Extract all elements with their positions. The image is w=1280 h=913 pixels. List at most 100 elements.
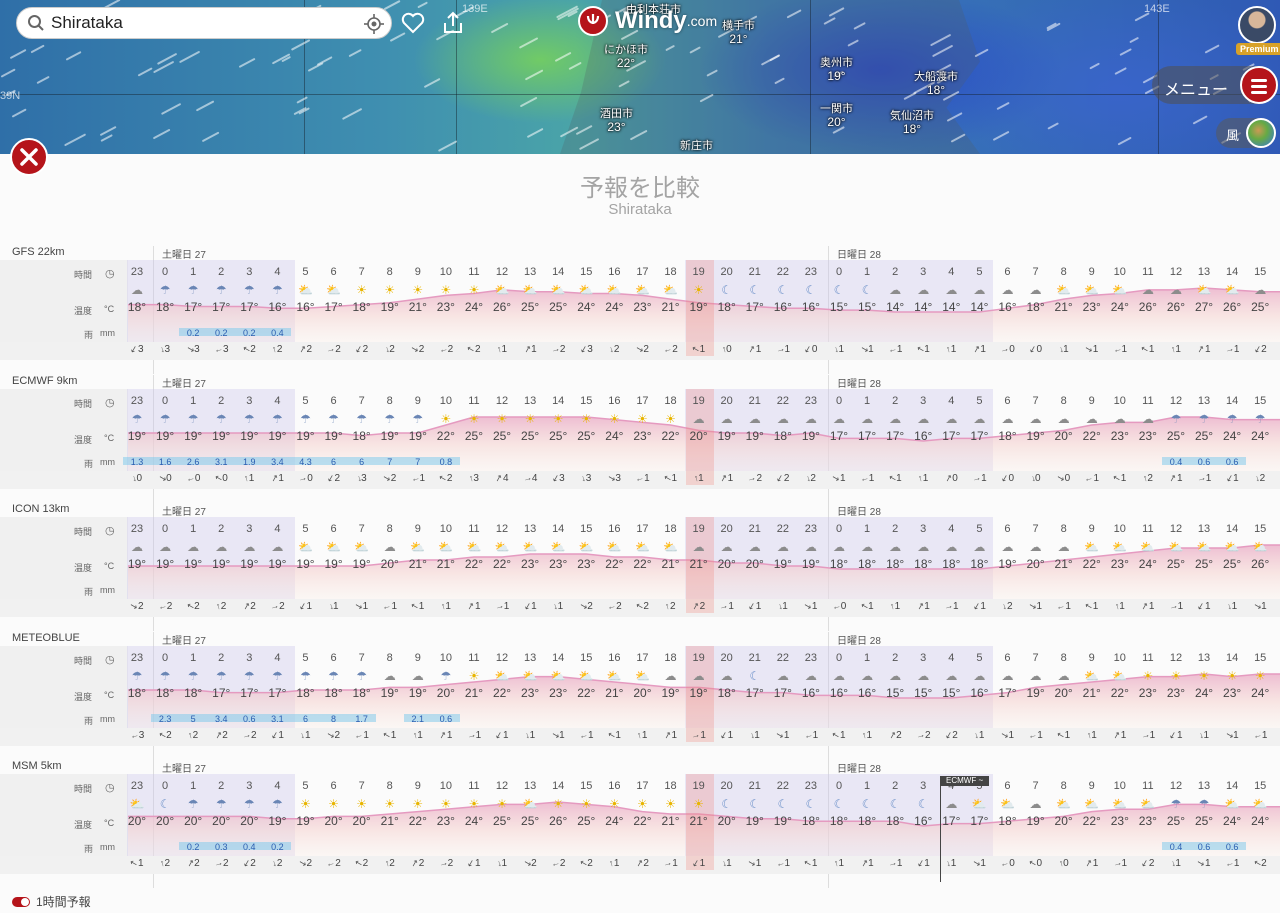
temp-cell: 25° <box>1194 557 1214 571</box>
menu-button[interactable]: メニュー <box>1152 66 1278 104</box>
cloud-icon: ☁ <box>1029 283 1042 297</box>
wind-streak <box>100 134 114 142</box>
wind-cell: ↙1 <box>291 600 319 612</box>
wind-speed: 2 <box>669 601 676 612</box>
partsun-icon: ⛅ <box>1112 283 1128 297</box>
close-button[interactable] <box>10 138 48 176</box>
temp-cell: 19° <box>184 557 203 571</box>
temp-cell: 20° <box>1054 429 1073 443</box>
hour-cell: 4 <box>274 266 281 278</box>
temp-cell: 17° <box>773 686 792 700</box>
hour-cell: 15 <box>580 395 593 407</box>
wind-cell: ←1 <box>404 472 432 484</box>
model-name[interactable]: ICON 13km <box>12 503 69 515</box>
temp-cell: 18° <box>127 300 147 314</box>
hour-cell: 16 <box>608 652 621 664</box>
cloud-icon: ☁ <box>1057 412 1070 426</box>
locate-icon[interactable] <box>363 13 385 35</box>
sun-icon: ☀ <box>384 797 396 811</box>
wind-streak <box>296 96 309 104</box>
temp-cell: 25° <box>521 429 540 443</box>
partsun-icon: ⛅ <box>494 540 510 554</box>
temp-cell: 21° <box>436 557 455 571</box>
hour-cell: 19 <box>692 395 705 407</box>
temp-cell: 21° <box>408 300 427 314</box>
wind-streak <box>65 50 82 60</box>
temp-cell: 21° <box>605 686 624 700</box>
temp-cell: 22° <box>1082 814 1101 828</box>
model-name[interactable]: MSM 5km <box>12 760 62 772</box>
temp-cell: 20° <box>380 557 399 571</box>
wind-speed: 1 <box>978 730 985 741</box>
city-label[interactable]: 一関市 20° <box>820 103 853 129</box>
wind-streak <box>341 108 362 121</box>
moon-icon: ☾ <box>833 283 845 297</box>
hour-cell: 5 <box>302 652 309 664</box>
wind-cell: ↙3 <box>544 472 572 484</box>
user-avatar[interactable] <box>1238 6 1276 44</box>
wind-streak <box>1047 122 1059 130</box>
partsun-icon: ⛅ <box>438 540 454 554</box>
map-gridline <box>810 0 811 154</box>
share-icon[interactable] <box>440 10 466 36</box>
hour-cell: 13 <box>523 652 537 664</box>
temp-cell: 21° <box>661 814 680 828</box>
temp-cell: 25° <box>549 429 568 443</box>
cloud-icon: ☁ <box>1085 412 1098 426</box>
city-label[interactable]: 酒田市 23° <box>600 108 633 134</box>
wind-cell: ↙2 <box>1134 857 1162 869</box>
hour-cell: 14 <box>552 266 565 278</box>
wind-cell: ↘1 <box>1022 600 1050 612</box>
wind-cell: ↑1 <box>404 730 432 741</box>
model-name[interactable]: METEOBLUE <box>12 632 80 644</box>
temp-cell: 22° <box>1082 557 1101 571</box>
wind-cell: ↙3 <box>572 343 600 355</box>
city-label[interactable]: 奥州市 19° <box>820 57 853 83</box>
temp-cell: 19° <box>661 686 680 700</box>
temp-cell: 23° <box>633 300 652 314</box>
hour-cell: 2 <box>218 523 225 535</box>
hour-cell: 16 <box>608 395 621 407</box>
city-temp: 19° <box>827 69 846 83</box>
temp-cell: 23° <box>1110 429 1129 443</box>
layer-button[interactable]: 風 <box>1216 118 1276 148</box>
map-view[interactable]: 139E 143E 39N にかほ市 22° 横手市 21° 奥州市 19° 大船渡市… <box>0 0 1280 154</box>
row-label-rain: 雨 <box>84 459 94 469</box>
moon-icon: ☾ <box>805 797 817 811</box>
hour-cell: 21 <box>748 780 761 792</box>
toggle-switch[interactable] <box>12 896 30 907</box>
sun-icon: ☀ <box>1198 669 1210 683</box>
wind-cell: ↘1 <box>544 729 572 741</box>
wind-cell: ↗2 <box>881 729 909 741</box>
temp-cell: 15° <box>829 300 849 314</box>
temp-cell: 24° <box>1251 686 1270 700</box>
wind-streak <box>568 61 582 70</box>
search-box[interactable] <box>16 7 392 39</box>
heart-icon[interactable] <box>400 10 426 36</box>
city-label[interactable]: 新庄市 <box>680 140 713 153</box>
windy-logo[interactable]: Windy .com <box>578 6 717 36</box>
search-input[interactable] <box>51 13 351 33</box>
temp-cell: 23° <box>1138 429 1157 443</box>
cloudrain-icon: ☂ <box>215 797 227 811</box>
hour-cell: 7 <box>1032 780 1039 792</box>
model-name[interactable]: GFS 22km <box>12 246 65 258</box>
city-label[interactable]: 横手市 21° <box>722 20 755 46</box>
city-label[interactable]: 気仙沼市 18° <box>890 110 934 136</box>
temp-cell: 20° <box>745 557 764 571</box>
city-label[interactable]: 大船渡市 18° <box>914 71 958 97</box>
temp-cell: 20° <box>436 686 455 700</box>
hourly-toggle[interactable]: 1時間予報 <box>12 893 91 910</box>
wind-cell: ↗1 <box>909 600 937 612</box>
wind-cell: ↗1 <box>853 857 881 869</box>
hour-cell: 5 <box>976 395 983 407</box>
cloud-icon: ☁ <box>411 669 424 683</box>
model-name[interactable]: ECMWF 9km <box>12 375 77 387</box>
temp-cell: 24° <box>605 814 624 828</box>
search-icon <box>28 15 44 31</box>
hour-cell: 7 <box>1032 523 1039 535</box>
rain-cell: 3.1 <box>214 457 228 467</box>
rain-cell: 0.2 <box>186 842 200 852</box>
city-label[interactable]: にかほ市 22° <box>604 44 648 70</box>
hour-cell: 6 <box>330 395 337 407</box>
